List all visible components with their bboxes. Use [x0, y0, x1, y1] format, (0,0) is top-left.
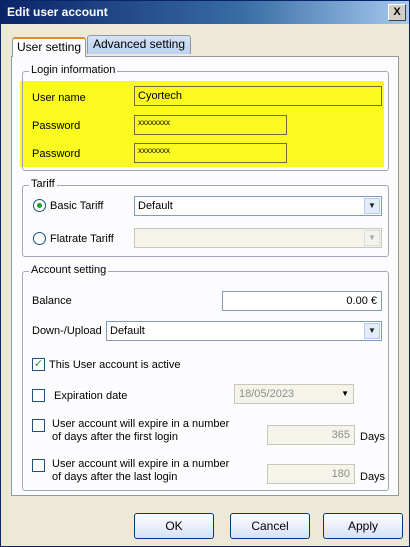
password-input[interactable]: xxxxxxxx	[134, 115, 287, 135]
account-active-checkbox[interactable]: ✓	[32, 358, 45, 371]
password-confirm-input[interactable]: xxxxxxxx	[134, 143, 287, 163]
down-upload-label: Down-/Upload	[32, 325, 102, 337]
chevron-down-icon[interactable]: ▼	[364, 323, 380, 339]
close-button[interactable]: X	[388, 4, 406, 21]
flatrate-tariff-radio[interactable]	[33, 232, 46, 245]
basic-tariff-value: Default	[138, 200, 173, 212]
chevron-down-icon[interactable]: ▼	[341, 385, 349, 403]
basic-tariff-select[interactable]: Default ▼	[134, 196, 382, 216]
expire-last-login-unit: Days	[360, 471, 386, 483]
expire-first-login-unit: Days	[360, 431, 386, 443]
radio-selected-dot	[37, 203, 42, 208]
expire-last-login-label-line1[interactable]: User account will expire in a number	[52, 458, 229, 470]
login-information-legend: Login information	[29, 64, 118, 76]
expiration-date-label[interactable]: Expiration date	[54, 390, 127, 402]
expire-last-login-days-input[interactable]: 180	[267, 464, 355, 484]
title-bar[interactable]: Edit user account X	[1, 1, 409, 24]
username-label: User name	[32, 92, 86, 104]
user-setting-panel: Login information User name Cyortech Pas…	[11, 56, 399, 496]
username-input[interactable]: Cyortech	[134, 86, 382, 106]
account-setting-legend: Account setting	[29, 264, 109, 276]
edit-user-dialog: Edit user account X User setting Advance…	[0, 0, 410, 547]
apply-button[interactable]: Apply	[323, 513, 403, 539]
checkmark-icon: ✓	[33, 358, 44, 370]
expire-first-login-checkbox[interactable]	[32, 419, 45, 432]
ok-button[interactable]: OK	[134, 513, 214, 539]
expire-first-login-days-input[interactable]: 365	[267, 425, 355, 445]
password-confirm-label: Password	[32, 148, 81, 160]
cancel-button[interactable]: Cancel	[230, 513, 310, 539]
password-label: Password	[32, 120, 81, 132]
expire-last-login-checkbox[interactable]	[32, 459, 45, 472]
down-upload-select[interactable]: Default ▼	[106, 321, 382, 341]
chevron-down-icon[interactable]: ▼	[364, 230, 380, 246]
expiration-date-picker[interactable]: 18/05/2023 ▼	[234, 384, 354, 404]
expiration-date-checkbox[interactable]	[32, 389, 45, 402]
account-active-label[interactable]: This User account is active	[49, 359, 180, 371]
basic-tariff-radio[interactable]	[33, 199, 46, 212]
flatrate-tariff-label[interactable]: Flatrate Tariff	[50, 233, 114, 245]
expire-first-login-label-line2[interactable]: of days after the first login	[52, 431, 178, 443]
balance-input[interactable]: 0.00 €	[222, 291, 382, 311]
window-title: Edit user account	[7, 5, 108, 19]
tab-advanced-setting[interactable]: Advanced setting	[87, 35, 191, 54]
expire-first-login-label-line1[interactable]: User account will expire in a number	[52, 418, 229, 430]
basic-tariff-label[interactable]: Basic Tariff	[50, 200, 103, 212]
balance-label: Balance	[32, 295, 72, 307]
close-icon: X	[393, 6, 401, 18]
expiration-date-value: 18/05/2023	[239, 388, 295, 400]
down-upload-value: Default	[110, 325, 145, 337]
chevron-down-icon[interactable]: ▼	[364, 198, 380, 214]
flatrate-tariff-select[interactable]: ▼	[134, 228, 382, 248]
expire-last-login-label-line2[interactable]: of days after the last login	[52, 471, 177, 483]
tab-user-setting[interactable]: User setting	[12, 37, 86, 57]
tariff-legend: Tariff	[29, 178, 57, 190]
